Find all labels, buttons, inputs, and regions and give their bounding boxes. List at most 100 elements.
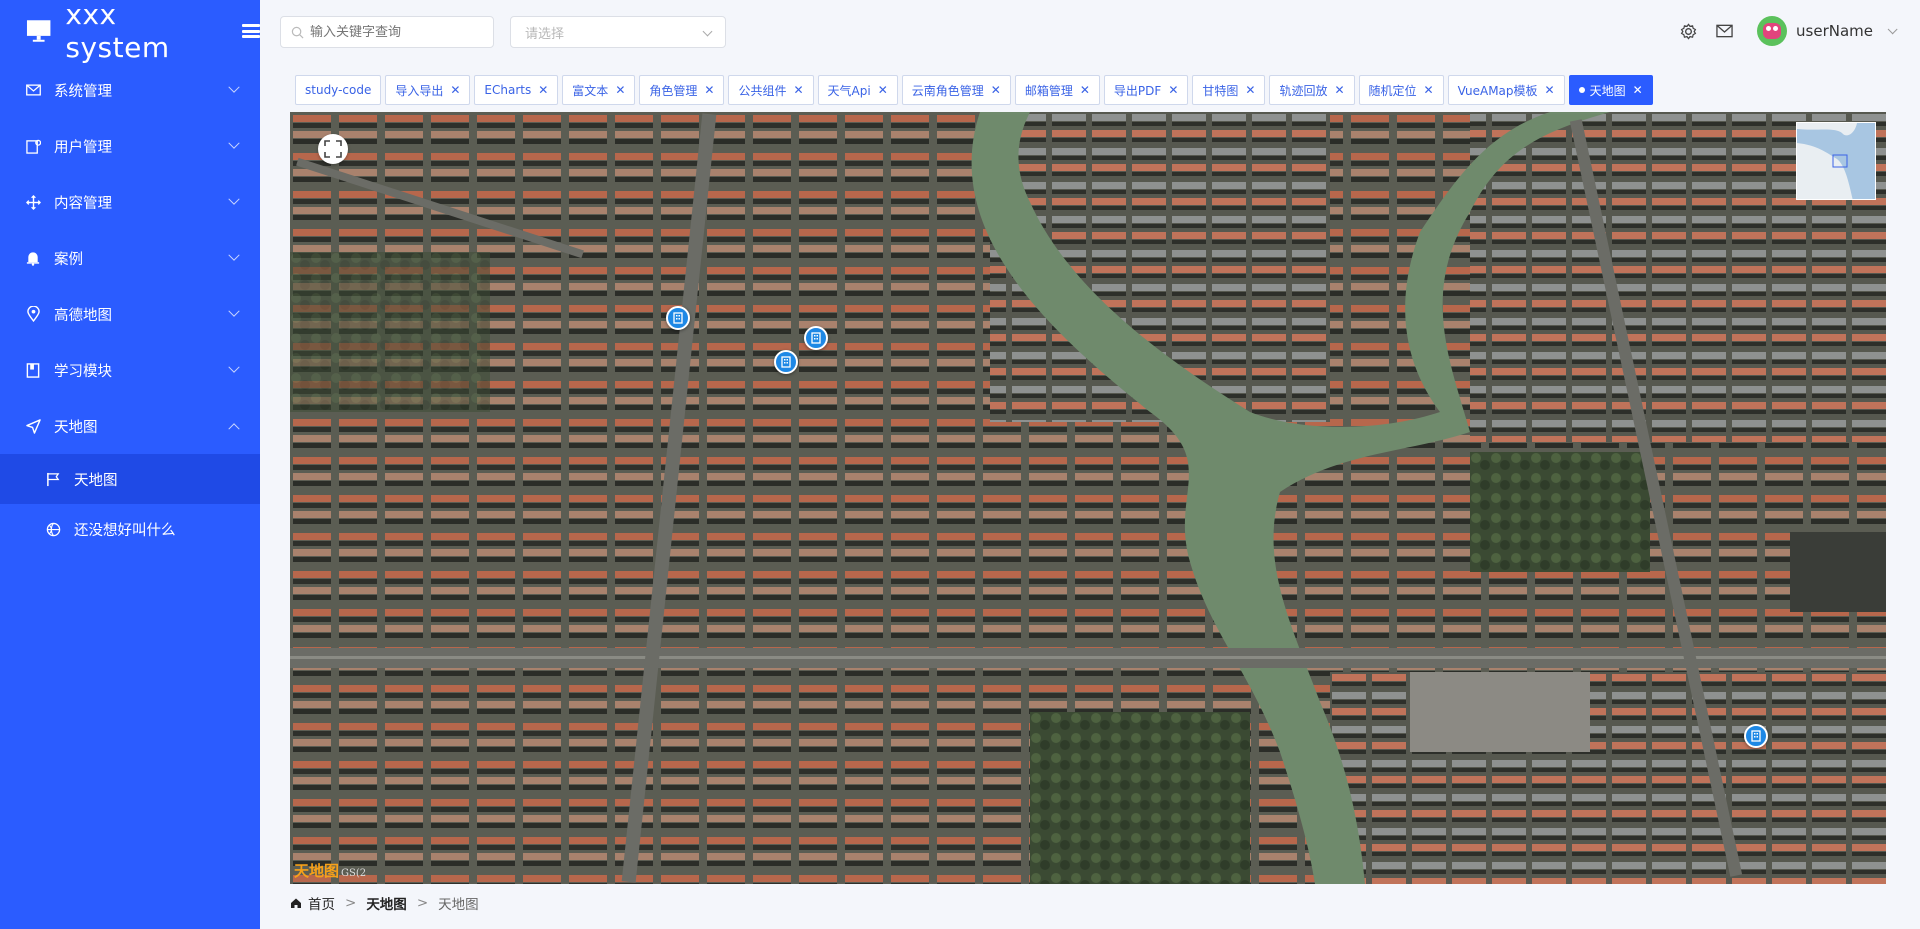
sidebar-item-label: 学习模块: [54, 363, 112, 380]
tab-8[interactable]: 邮箱管理 ✕: [1014, 75, 1100, 105]
chevron-down-icon: [228, 361, 240, 373]
chevron-down-icon: [228, 137, 240, 149]
tab-label: 导出PDF: [1113, 83, 1162, 98]
settings-icon[interactable]: [1679, 22, 1697, 40]
flag-icon: [44, 470, 62, 488]
tab-5[interactable]: 公共组件 ✕: [728, 75, 814, 105]
sidebar-item-5[interactable]: 学习模块: [0, 342, 260, 398]
close-icon[interactable]: ✕: [1245, 83, 1255, 97]
breadcrumb-separator: >: [416, 895, 429, 911]
close-icon[interactable]: ✕: [615, 83, 625, 97]
sidebar-item-3[interactable]: 案例: [0, 230, 260, 286]
tab-label: 轨迹回放: [1279, 83, 1328, 98]
tab-9[interactable]: 导出PDF ✕: [1103, 75, 1189, 105]
tab-2[interactable]: ECharts ✕: [474, 75, 559, 105]
tab-label: ECharts: [484, 83, 532, 97]
tab-14[interactable]: 天地图 ✕: [1568, 75, 1653, 105]
tab-label: VueAMap模板: [1457, 83, 1538, 98]
breadcrumb-current: 天地图: [438, 897, 479, 913]
chevron-down-icon: [228, 249, 240, 261]
sidebar-item-label: 内容管理: [54, 195, 112, 212]
close-icon[interactable]: ✕: [1633, 83, 1643, 97]
tab-0[interactable]: study-code: [295, 75, 382, 105]
tab-label: 公共组件: [738, 83, 787, 98]
location-pin-icon: [24, 305, 42, 323]
sidebar-subitem-0[interactable]: 天地图: [0, 454, 260, 504]
building-marker[interactable]: [1744, 724, 1768, 748]
avatar[interactable]: [1757, 16, 1788, 46]
search-input[interactable]: [310, 24, 480, 40]
basketball-icon: [44, 520, 62, 538]
mail-icon: [24, 81, 42, 99]
tab-label: 角色管理: [649, 83, 698, 98]
close-icon[interactable]: ✕: [1545, 83, 1555, 97]
select-dropdown[interactable]: 请选择: [510, 16, 726, 48]
tab-7[interactable]: 云南角色管理 ✕: [901, 75, 1011, 105]
building-icon: [811, 332, 821, 344]
chevron-down-icon: [228, 193, 240, 205]
monitor-icon: [26, 20, 51, 42]
home-icon: [291, 898, 301, 908]
tab-label: 邮箱管理: [1024, 83, 1073, 98]
tab-label: 导入导出: [395, 83, 444, 98]
sidebar-item-1[interactable]: 用户管理: [0, 118, 260, 174]
building-icon: [1751, 730, 1761, 742]
sidebar-item-4[interactable]: 高德地图: [0, 286, 260, 342]
tab-13[interactable]: VueAMap模板 ✕: [1447, 75, 1565, 105]
building-icon: [673, 312, 683, 324]
sidebar-subitem-1[interactable]: 还没想好叫什么: [0, 504, 260, 554]
building-icon: [781, 356, 791, 368]
tab-10[interactable]: 甘特图 ✕: [1192, 75, 1266, 105]
username-label[interactable]: userName: [1796, 22, 1873, 40]
building-marker[interactable]: [774, 350, 798, 374]
active-dot-icon: [1578, 87, 1585, 93]
satellite-map[interactable]: 天地图 GS(2: [290, 112, 1886, 884]
sidebar-item-2[interactable]: 内容管理: [0, 174, 260, 230]
close-icon[interactable]: ✕: [1168, 83, 1178, 97]
tab-bar: study-code 导入导出 ✕ ECharts ✕ 富文本 ✕ 角色管理 ✕ 公共组件 ✕ 天气A…: [295, 75, 1657, 105]
chevron-down-icon: [228, 305, 240, 317]
navigation-arrow-icon: [24, 417, 42, 435]
breadcrumb-level1[interactable]: 天地图: [366, 893, 407, 913]
close-icon[interactable]: ✕: [450, 83, 460, 97]
tab-6[interactable]: 天气Api ✕: [817, 75, 898, 105]
close-icon[interactable]: ✕: [793, 83, 803, 97]
chevron-up-icon: [228, 423, 240, 435]
chevron-down-icon: [702, 26, 713, 37]
user-card-icon: [24, 137, 42, 155]
mail-icon[interactable]: [1715, 22, 1733, 40]
tab-12[interactable]: 随机定位 ✕: [1358, 75, 1444, 105]
tab-label: 天地图: [1589, 83, 1626, 98]
tab-11[interactable]: 轨迹回放 ✕: [1269, 75, 1355, 105]
brand: xxx system: [0, 0, 260, 64]
sidebar-item-label: 天地图: [54, 419, 98, 436]
building-marker[interactable]: [804, 326, 828, 350]
building-marker[interactable]: [666, 306, 690, 330]
close-icon[interactable]: ✕: [1334, 83, 1344, 97]
overview-map-icon: [1797, 123, 1875, 199]
tab-3[interactable]: 富文本 ✕: [562, 75, 636, 105]
tab-label: 天气Api: [827, 83, 871, 98]
close-icon[interactable]: ✕: [1424, 83, 1434, 97]
tab-label: 甘特图: [1202, 83, 1239, 98]
fullscreen-icon: [324, 140, 342, 158]
fullscreen-button[interactable]: [318, 134, 348, 164]
breadcrumb-home[interactable]: 首页: [290, 893, 335, 913]
close-icon[interactable]: ✕: [878, 83, 888, 97]
close-icon[interactable]: ✕: [1080, 83, 1090, 97]
search-box[interactable]: [280, 16, 494, 48]
sidebar-item-6[interactable]: 天地图: [0, 398, 260, 454]
search-icon: [291, 26, 304, 38]
app-title: xxx system: [65, 0, 170, 64]
sidebar-subitem-label: 天地图: [74, 472, 118, 489]
sidebar-item-0[interactable]: 系统管理: [0, 62, 260, 118]
bell-icon: [24, 249, 42, 267]
close-icon[interactable]: ✕: [538, 83, 548, 97]
chevron-down-icon[interactable]: [1887, 23, 1898, 34]
close-icon[interactable]: ✕: [704, 83, 714, 97]
menu-toggle-icon[interactable]: [242, 24, 260, 38]
tab-1[interactable]: 导入导出 ✕: [385, 75, 471, 105]
overview-minimap[interactable]: [1796, 122, 1876, 200]
close-icon[interactable]: ✕: [991, 83, 1001, 97]
tab-4[interactable]: 角色管理 ✕: [639, 75, 725, 105]
